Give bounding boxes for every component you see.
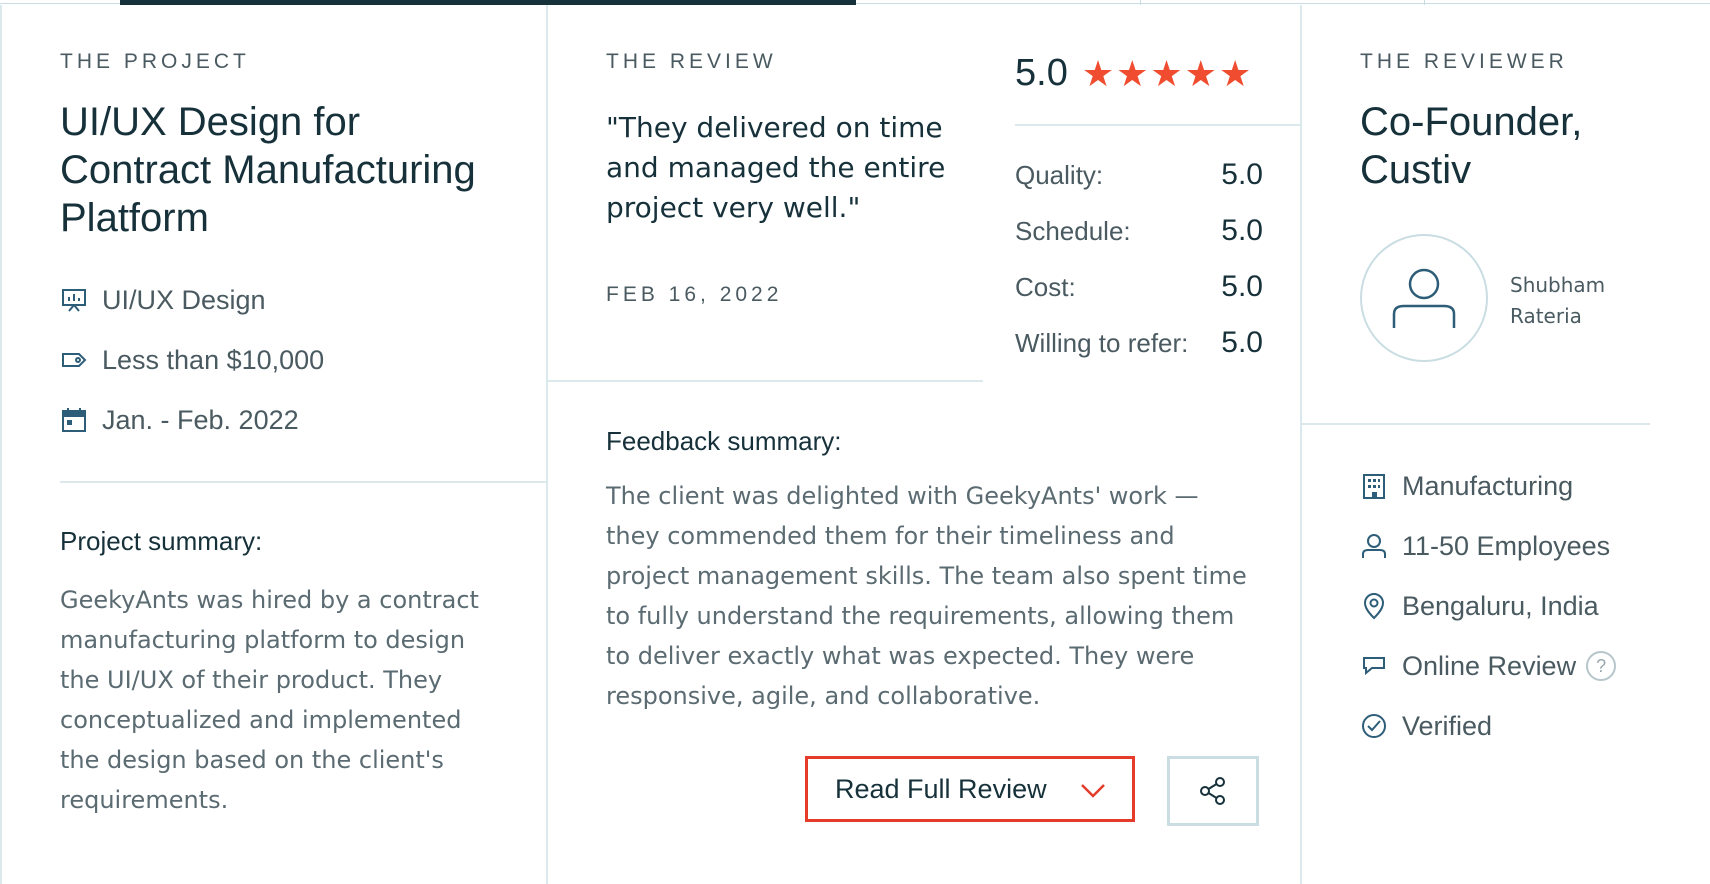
rating-value: 5.0 [1221, 326, 1263, 359]
column-divider [1300, 5, 1302, 884]
reviewer-industry-label: Manufacturing [1402, 470, 1574, 501]
review-eyebrow: THE REVIEW [606, 50, 777, 73]
calendar-icon [58, 404, 90, 436]
user-icon [1358, 530, 1390, 562]
star-icon: ★ [1116, 52, 1151, 94]
overall-score: 5.0 [1015, 52, 1068, 94]
star-icon: ★ [1081, 52, 1117, 94]
reviewer-size: 11-50 Employees [1358, 530, 1610, 562]
project-dates-label: Jan. - Feb. 2022 [102, 404, 299, 435]
project-service: UI/UX Design [58, 284, 266, 316]
project-budget-label: Less than $10,000 [102, 344, 325, 375]
map-pin-icon [1358, 590, 1390, 622]
reviewer-location: Bengaluru, India [1358, 590, 1599, 622]
star-icon: ★ [1150, 52, 1185, 94]
share-icon [1200, 777, 1225, 805]
top-tab-bar [0, 0, 1710, 5]
read-full-review-label: Read Full Review [835, 773, 1047, 804]
star-icon: ★ [1184, 52, 1219, 94]
tab-bar-divider [1140, 0, 1141, 5]
star-icon: ★ [1218, 52, 1254, 94]
review-quote: "They delivered on time and managed the … [606, 111, 946, 224]
section-divider [60, 481, 546, 483]
reviewer-name: Shubham Rateria [1510, 273, 1606, 328]
column-divider [0, 5, 2, 884]
project-title: UI/UX Design for Contract Manufacturing … [60, 100, 476, 240]
review-date: FEB 16, 2022 [606, 283, 783, 306]
price-tag-icon [58, 344, 90, 376]
reviewer-verified: Verified [1358, 710, 1492, 742]
reviewer-review-type-label: Online Review [1402, 650, 1577, 681]
rating-value: 5.0 [1221, 270, 1263, 303]
user-avatar-icon [1392, 268, 1456, 328]
tab-bar-active-indicator [120, 0, 856, 5]
project-budget: Less than $10,000 [58, 344, 324, 376]
feedback-summary-text: The client was delighted with GeekyAnts'… [606, 482, 1247, 710]
star-rating: ★★★★★ [1082, 53, 1253, 95]
reviewer-review-type: Online Review ? [1358, 650, 1617, 682]
column-divider [546, 5, 548, 884]
section-divider [1302, 423, 1650, 425]
avatar [1360, 234, 1488, 362]
chat-bubble-icon [1358, 650, 1390, 682]
building-icon [1358, 470, 1390, 502]
chevron-down-icon [1081, 784, 1105, 798]
rating-row-schedule: Schedule: 5.0 [1015, 214, 1263, 248]
rating-label: Cost: [1015, 272, 1076, 302]
rating-row-refer: Willing to refer: 5.0 [1015, 326, 1263, 360]
tab-bar-divider [1424, 0, 1425, 5]
reviewer-title: Co-Founder, Custiv [1360, 100, 1583, 192]
feedback-summary-heading: Feedback summary: [606, 426, 842, 456]
section-divider [548, 380, 983, 382]
reviewer-verified-label: Verified [1402, 710, 1493, 741]
reviewer-industry: Manufacturing [1358, 470, 1573, 502]
share-button[interactable] [1167, 756, 1259, 826]
reviewer-eyebrow: THE REVIEWER [1360, 50, 1568, 73]
project-summary-text: GeekyAnts was hired by a contract manufa… [60, 586, 479, 814]
rating-row-quality: Quality: 5.0 [1015, 158, 1263, 192]
project-service-label: UI/UX Design [102, 284, 266, 315]
rating-value: 5.0 [1221, 158, 1263, 191]
reviewer-size-label: 11-50 Employees [1402, 530, 1611, 561]
rating-divider [1015, 124, 1301, 126]
project-eyebrow: THE PROJECT [60, 50, 250, 73]
rating-row-cost: Cost: 5.0 [1015, 270, 1263, 304]
project-summary-heading: Project summary: [60, 526, 263, 556]
rating-label: Quality: [1015, 160, 1104, 190]
rating-label: Willing to refer: [1015, 328, 1189, 358]
rating-label: Schedule: [1015, 216, 1131, 246]
check-circle-icon [1358, 710, 1390, 742]
reviewer-location-label: Bengaluru, India [1402, 590, 1599, 621]
rating-value: 5.0 [1221, 214, 1263, 247]
help-icon[interactable]: ? [1586, 651, 1617, 681]
project-dates: Jan. - Feb. 2022 [58, 404, 299, 436]
overall-rating: 5.0 ★★★★★ [1015, 52, 1253, 95]
read-full-review-button[interactable]: Read Full Review [805, 756, 1135, 822]
presentation-chart-icon [58, 284, 90, 316]
